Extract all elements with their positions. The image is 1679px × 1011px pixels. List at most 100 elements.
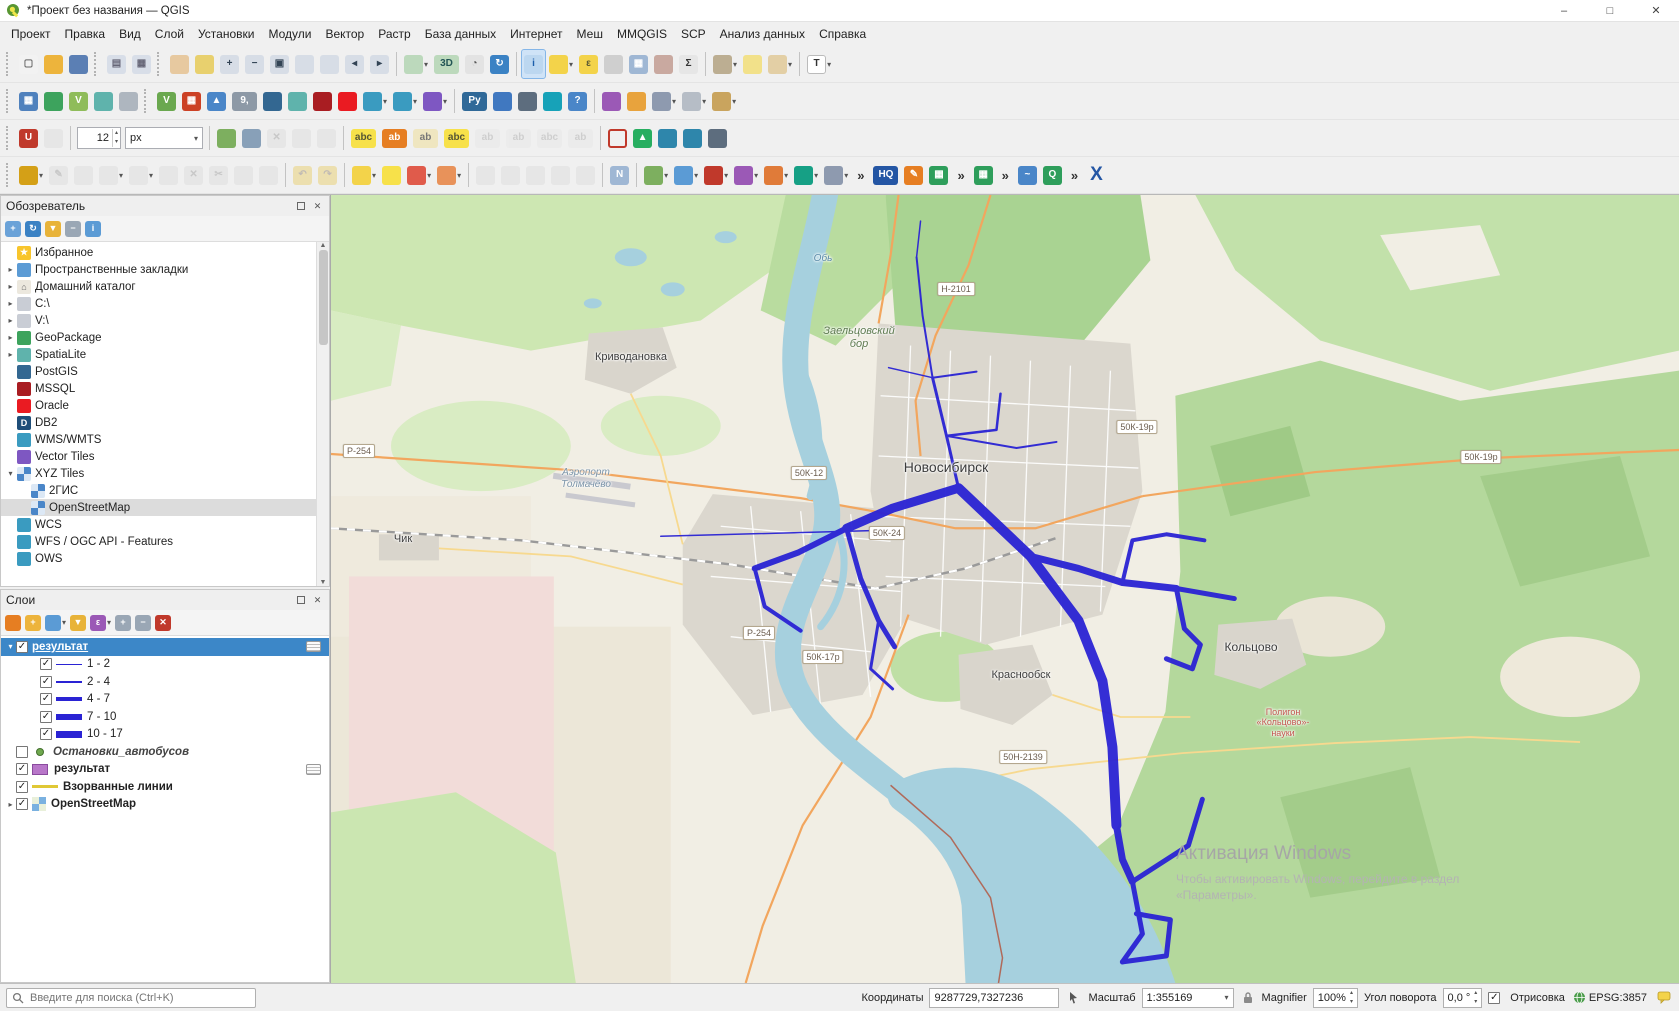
remove-layer[interactable]: ✕ (154, 608, 172, 638)
dock-float-button[interactable] (294, 594, 307, 607)
pan-to-selection[interactable] (192, 49, 217, 79)
new-spatialite-layer[interactable] (91, 86, 116, 116)
minimize-button[interactable]: – (1541, 0, 1587, 21)
snapping-options[interactable]: U (16, 123, 41, 153)
locator-search[interactable] (6, 988, 256, 1008)
graphical-modeler[interactable]: ▾ (649, 86, 679, 116)
fill-ring[interactable] (379, 160, 404, 190)
overflow-4[interactable]: » (1065, 160, 1084, 190)
visibility-checkbox[interactable]: ✓ (16, 781, 28, 793)
browser-scrollbar[interactable]: ▲ ▼ (316, 242, 329, 586)
dropdown-arrow-icon[interactable]: ▾ (664, 171, 668, 180)
menu-item-4[interactable]: Слой (148, 24, 191, 44)
add-raster-layer[interactable]: ▦ (179, 86, 204, 116)
current-edits[interactable]: ▾ (16, 160, 46, 190)
layout-manager[interactable]: ▦ (129, 49, 154, 79)
menu-item-7[interactable]: Вектор (318, 24, 371, 44)
stats-grid-plugin[interactable]: ▦ (926, 160, 951, 190)
vector-clip[interactable]: ▾ (761, 160, 791, 190)
new-geopackage-layer[interactable] (41, 86, 66, 116)
map-tips[interactable] (740, 49, 765, 79)
collapse-all-layers[interactable]: − (134, 608, 152, 638)
new-map-view[interactable]: ▾ (401, 49, 431, 79)
rotate-label[interactable]: ab (503, 123, 534, 153)
visibility-checkbox[interactable]: ✓ (40, 676, 52, 688)
add-group[interactable]: + (24, 608, 42, 638)
show-hide-labels[interactable]: ab (565, 123, 596, 153)
visibility-checkbox[interactable] (16, 746, 28, 758)
trim-extend[interactable] (289, 123, 314, 153)
extent-toggle-button[interactable] (1065, 991, 1082, 1004)
menu-item-14[interactable]: Анализ данных (713, 24, 812, 44)
dropdown-arrow-icon[interactable]: ▾ (754, 171, 758, 180)
table-plugin[interactable]: ▦ (971, 160, 996, 190)
browser-item[interactable]: OWS (1, 550, 329, 567)
statistical-summary[interactable]: Σ (676, 49, 701, 79)
offset-point-symbols[interactable] (214, 123, 239, 153)
map-canvas[interactable]: НовосибирскКриводановкаЧикКраснообскКоль… (330, 195, 1679, 983)
browser-item[interactable]: ▸GeoPackage (1, 329, 329, 346)
locator-input[interactable] (28, 991, 250, 1005)
menu-item-11[interactable]: Меш (570, 24, 610, 44)
reshape-features[interactable] (239, 123, 264, 153)
copy-features[interactable] (231, 160, 256, 190)
vertex-tool[interactable]: ▾ (126, 160, 156, 190)
menu-item-2[interactable]: Правка (58, 24, 113, 44)
browser-item[interactable]: ▸C:\ (1, 295, 329, 312)
dropdown-arrow-icon[interactable]: ▾ (424, 60, 428, 69)
vector-difference[interactable]: ▾ (701, 160, 731, 190)
layer-diagram-options[interactable]: ab (379, 123, 410, 153)
add-oracle-layer[interactable] (335, 86, 360, 116)
browser-item[interactable]: PostGIS (1, 363, 329, 380)
python-console[interactable]: Py (459, 86, 490, 116)
filter-by-expression[interactable]: ε▾ (89, 608, 112, 638)
maximize-button[interactable]: □ (1587, 0, 1633, 21)
toggle-editing[interactable]: ✎ (46, 160, 71, 190)
add-postgis-layer[interactable] (260, 86, 285, 116)
refresh-map[interactable]: ↻ (487, 49, 512, 79)
delete-selected[interactable]: ✕ (181, 160, 206, 190)
browser-item[interactable]: ★Избранное (1, 244, 329, 261)
text-annotation[interactable]: T▾ (804, 49, 834, 79)
add-spatialite-layer[interactable] (285, 86, 310, 116)
expand-arrow-icon[interactable]: ▸ (5, 316, 16, 325)
edit-in-place[interactable]: ▾ (709, 86, 739, 116)
layer-labeling-options[interactable]: abc (348, 123, 379, 153)
browser-properties[interactable]: i (84, 214, 102, 244)
xytools-plugin[interactable]: X (1084, 160, 1109, 190)
layer-row[interactable]: ▾✓результат (1, 638, 329, 656)
mark-red[interactable]: ▾ (404, 160, 434, 190)
ink-pen-plugin[interactable]: ✎ (901, 160, 926, 190)
messages-button[interactable] (1655, 991, 1673, 1004)
browser-item[interactable]: Oracle (1, 397, 329, 414)
dropdown-arrow-icon[interactable]: ▾ (702, 97, 706, 106)
dropdown-arrow-icon[interactable]: ▾ (413, 97, 417, 106)
toolbar-grip[interactable] (6, 163, 13, 187)
new-virtual-layer[interactable] (116, 86, 141, 116)
layer-row[interactable]: ✓результат (1, 761, 329, 779)
overflow-2[interactable]: » (951, 160, 970, 190)
browser-item[interactable]: WMS/WMTS (1, 431, 329, 448)
spin-arrows-icon[interactable]: ▴▾ (1350, 989, 1353, 1006)
save-project[interactable] (66, 49, 91, 79)
overflow-3[interactable]: » (996, 160, 1015, 190)
dropdown-arrow-icon[interactable]: ▾ (788, 60, 792, 69)
add-part[interactable] (573, 160, 598, 190)
osm-search[interactable] (705, 123, 730, 153)
dropdown-arrow-icon[interactable]: ▾ (694, 171, 698, 180)
refresh-browser[interactable]: ↻ (24, 214, 42, 244)
dropdown-arrow-icon[interactable]: ▾ (732, 97, 736, 106)
visibility-checkbox[interactable]: ✓ (40, 711, 52, 723)
dropdown-arrow-icon[interactable]: ▾ (672, 97, 676, 106)
expand-all[interactable]: + (114, 608, 132, 638)
browser-item[interactable]: ▸V:\ (1, 312, 329, 329)
add-wfs-layer[interactable]: ▾ (390, 86, 420, 116)
menu-item-10[interactable]: Интернет (503, 24, 569, 44)
digitize[interactable]: ▾ (96, 160, 126, 190)
collapse-all[interactable]: − (64, 214, 82, 244)
toolbar-grip[interactable] (144, 89, 151, 113)
dropdown-arrow-icon[interactable]: ▾ (844, 171, 848, 180)
menu-item-15[interactable]: Справка (812, 24, 873, 44)
simplify-feature[interactable] (523, 160, 548, 190)
add-mssql-layer[interactable] (310, 86, 335, 116)
